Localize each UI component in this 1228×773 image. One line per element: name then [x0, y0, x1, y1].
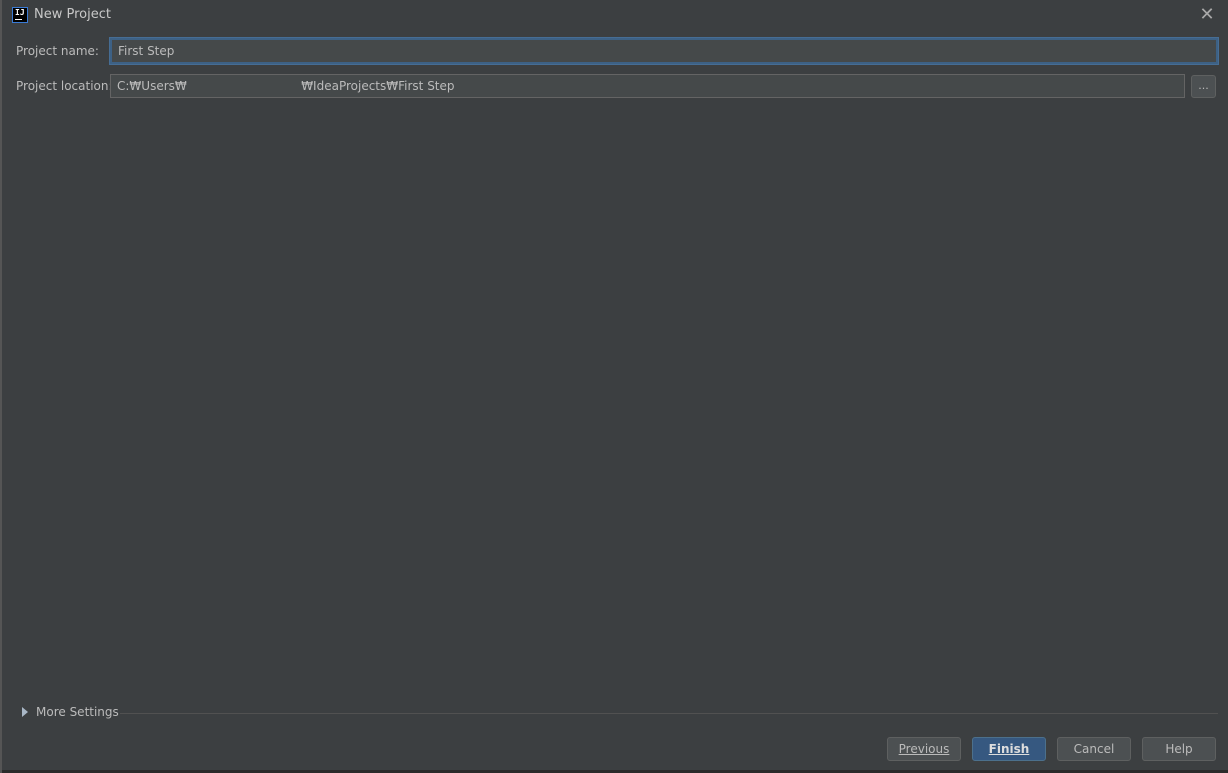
finish-button[interactable]: Finish [972, 737, 1046, 761]
new-project-dialog: IJ New Project ✕ Project name: Project l… [0, 0, 1228, 773]
more-settings-label: More Settings [36, 705, 119, 719]
app-icon-text: IJ [15, 8, 25, 17]
intellij-idea-icon: IJ [12, 7, 28, 23]
dialog-title: New Project [34, 7, 111, 22]
project-location-input[interactable] [110, 74, 1185, 98]
finish-button-label: Finish [988, 742, 1030, 756]
triangle-right-icon [22, 707, 28, 717]
previous-button[interactable]: Previous [887, 737, 961, 761]
previous-button-label: Previous [898, 742, 950, 756]
cancel-button-label: Cancel [1073, 742, 1115, 756]
project-location-label: Project location: [16, 79, 113, 93]
browse-location-button[interactable]: ... [1191, 75, 1216, 98]
title-bar: IJ New Project ✕ [2, 0, 1228, 30]
project-name-input[interactable] [110, 38, 1218, 64]
cancel-button[interactable]: Cancel [1057, 737, 1131, 761]
help-button-label: Help [1165, 742, 1193, 756]
help-button[interactable]: Help [1142, 737, 1216, 761]
more-settings-divider [120, 713, 1218, 714]
project-name-label: Project name: [16, 44, 99, 58]
close-icon[interactable]: ✕ [1198, 6, 1216, 24]
app-icon-bar [15, 19, 22, 20]
